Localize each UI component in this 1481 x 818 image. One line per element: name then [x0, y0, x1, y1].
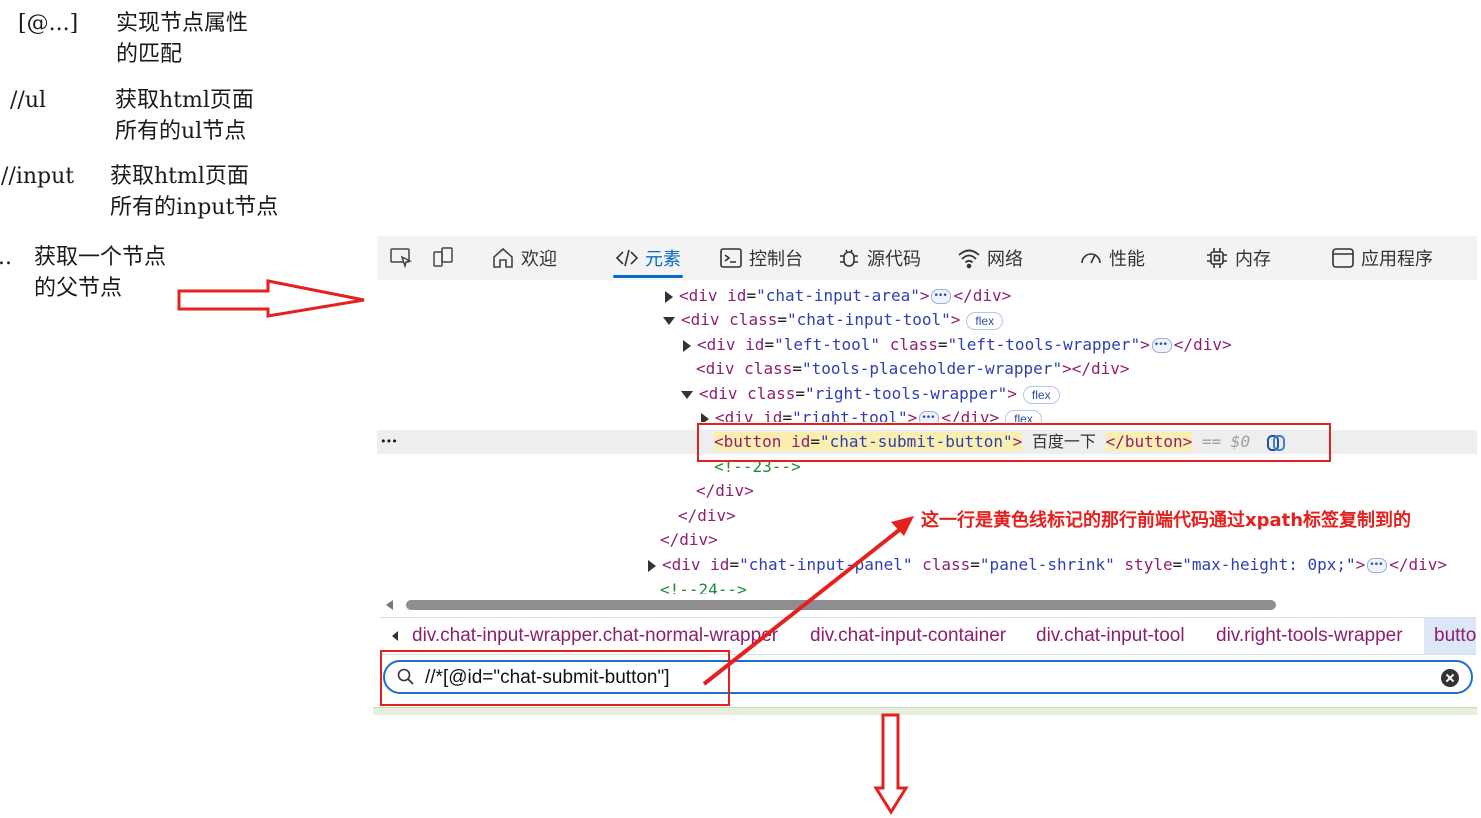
- bug-icon: [840, 249, 858, 267]
- breadcrumb-item[interactable]: div.right-tools-wrapper: [1216, 618, 1403, 654]
- flex-badge[interactable]: flex: [966, 311, 1004, 330]
- dom-node[interactable]: <div class="tools-placeholder-wrapper"><…: [696, 357, 1130, 381]
- tab-welcome[interactable]: 欢迎: [491, 236, 557, 280]
- tab-label: 内存: [1235, 249, 1271, 270]
- note-key: //ul: [10, 88, 47, 113]
- flex-badge[interactable]: flex: [1022, 385, 1060, 404]
- scroll-thumb[interactable]: [406, 600, 1276, 610]
- note-desc: 获取一个节点 的父节点: [34, 245, 167, 301]
- note-ul: //ul 获取html页面 所有的ul节点: [10, 85, 280, 149]
- ellipsis-badge[interactable]: [1367, 553, 1388, 577]
- breadcrumb-item[interactable]: div.chat-input-container: [810, 618, 1006, 654]
- flex-badge[interactable]: flex: [1005, 409, 1042, 422]
- selected-node-outline: [697, 423, 1331, 462]
- ellipsis-badge[interactable]: [931, 284, 952, 308]
- right-outline-arrow-icon: [177, 279, 365, 318]
- note-key: //input: [1, 164, 75, 189]
- ellipsis-badge[interactable]: [919, 406, 940, 422]
- tab-label: 元素: [645, 249, 681, 270]
- collapse-arrow[interactable]: [681, 390, 693, 399]
- wifi-icon: [958, 249, 980, 269]
- note-desc: 获取html页面 所有的ul节点: [115, 88, 254, 144]
- dom-node[interactable]: <div class="chat-input-tool"> flex: [663, 308, 1004, 332]
- window-icon: [1332, 248, 1354, 268]
- tab-sources[interactable]: 源代码: [837, 236, 921, 280]
- ellipsis-badge[interactable]: [1151, 333, 1172, 357]
- down-outline-arrow-icon: [873, 713, 909, 815]
- note-attr-match: [@...] 实现节点属性 的匹配: [18, 8, 278, 72]
- dom-close-tag[interactable]: </div>: [678, 504, 736, 528]
- tab-application[interactable]: 应用程序: [1331, 236, 1433, 280]
- clear-icon[interactable]: [1441, 669, 1459, 687]
- collapse-arrow[interactable]: [663, 316, 675, 325]
- note-desc: 实现节点属性 的匹配: [116, 11, 249, 67]
- expand-arrow[interactable]: [683, 339, 691, 352]
- dom-node[interactable]: <div id="right-tool"></div>flex: [701, 406, 1042, 422]
- tab-elements[interactable]: 元素: [613, 236, 683, 280]
- tab-label: 源代码: [867, 249, 921, 270]
- note-desc: 获取html页面 所有的input节点: [110, 164, 279, 220]
- tab-console[interactable]: 控制台: [719, 236, 803, 280]
- search-input-outline: [380, 650, 730, 706]
- device-emulation-icon[interactable]: [431, 236, 455, 280]
- console-icon: [720, 248, 742, 268]
- dom-node[interactable]: <div class="right-tools-wrapper"> flex: [681, 382, 1060, 406]
- breadcrumb-scroll-left-icon[interactable]: [392, 631, 398, 641]
- tab-label: 应用程序: [1361, 249, 1433, 270]
- scroll-left-arrow-icon[interactable]: [386, 600, 393, 610]
- breadcrumb-item[interactable]: div.chat-input-tool: [1036, 618, 1185, 654]
- note-parent: .. 获取一个节点的父节点: [0, 242, 198, 306]
- dom-node[interactable]: <div id="chat-input-area"></div>: [665, 284, 1011, 308]
- tab-performance[interactable]: 性能: [1079, 236, 1145, 280]
- breadcrumb-item[interactable]: div.chat-input-wrapper.chat-normal-wrapp…: [412, 618, 778, 654]
- note-input: //input 获取html页面 所有的input节点: [1, 161, 301, 225]
- breadcrumb-item-selected[interactable]: button: [1424, 618, 1476, 654]
- tab-network[interactable]: 网络: [957, 236, 1023, 280]
- annotation-callout: 这一行是黄色线标记的那行前端代码通过xpath标签复制到的: [921, 510, 1412, 531]
- chip-icon: [1207, 248, 1227, 268]
- code-icon: [615, 249, 639, 267]
- tab-memory[interactable]: 内存: [1205, 236, 1271, 280]
- devtools-toolbar: 欢迎 元素 控制台 源代码 网络 性能 内存 应用程序: [377, 236, 1477, 280]
- dom-close-tag[interactable]: </div>: [660, 528, 718, 552]
- note-key: ..: [0, 245, 12, 270]
- gauge-icon: [1081, 253, 1101, 264]
- dom-node[interactable]: <div id="chat-input-panel" class="panel-…: [648, 553, 1447, 577]
- expand-arrow[interactable]: [701, 412, 709, 422]
- device-inspect-icon[interactable]: [389, 236, 413, 280]
- expand-arrow[interactable]: [648, 559, 656, 572]
- tab-label: 网络: [987, 249, 1023, 270]
- tab-label: 欢迎: [521, 249, 557, 270]
- home-icon: [493, 247, 513, 268]
- dom-close-tag[interactable]: </div>: [696, 479, 754, 503]
- tab-label: 性能: [1109, 249, 1145, 270]
- horizontal-scrollbar[interactable]: [380, 597, 1476, 613]
- row-menu[interactable]: •••: [380, 430, 398, 454]
- dom-comment[interactable]: <!--24-->: [660, 578, 747, 594]
- panel-divider: [373, 707, 1477, 715]
- note-key: [@...]: [18, 11, 79, 36]
- tab-label: 控制台: [749, 249, 803, 270]
- expand-arrow[interactable]: [665, 290, 673, 303]
- dom-node[interactable]: <div id="left-tool" class="left-tools-wr…: [683, 333, 1232, 357]
